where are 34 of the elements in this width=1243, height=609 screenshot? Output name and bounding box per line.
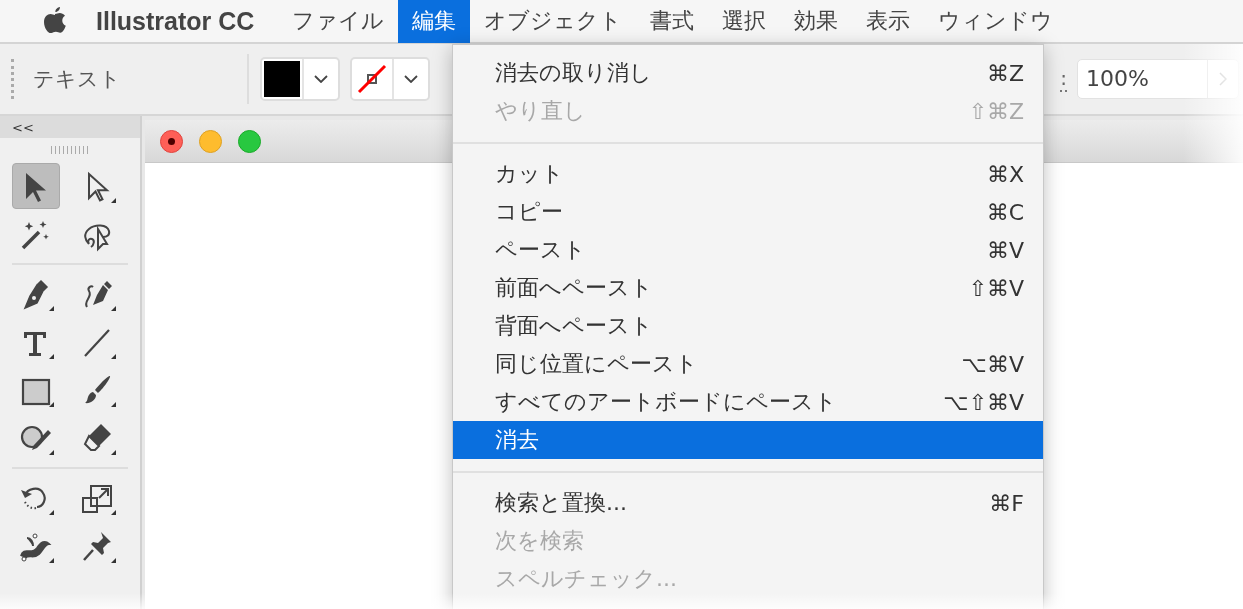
fill-color-control[interactable] (260, 57, 340, 101)
fill-swatch[interactable] (264, 61, 300, 97)
menu-item[interactable]: オブジェクト (470, 0, 637, 43)
collapse-button[interactable]: << (12, 119, 34, 135)
tool-button[interactable] (12, 163, 60, 209)
menu-item[interactable]: 書式 (636, 0, 709, 43)
colon-label: : (1060, 66, 1067, 92)
app-name[interactable]: Illustrator CC (96, 6, 255, 36)
menu-item[interactable]: 選択 (708, 0, 781, 43)
no-stroke-icon (356, 63, 388, 95)
menu-item[interactable]: 表示 (852, 0, 925, 43)
menu-item[interactable]: ファイル (278, 0, 399, 43)
menu-item[interactable]: 背面へペースト (453, 307, 1043, 345)
menu-item[interactable]: コピー ⌘C (453, 193, 1043, 231)
drag-handle[interactable] (11, 59, 17, 99)
menu-item[interactable]: 効果 (780, 0, 853, 43)
stroke-color-control[interactable] (350, 57, 430, 101)
menu-item[interactable]: すべてのアートボードにペースト ⌥⇧⌘V (453, 383, 1043, 421)
menu-item[interactable]: 同じ位置にペースト ⌥⌘V (453, 345, 1043, 383)
menu-item[interactable]: 消去の取り消し ⌘Z (453, 54, 1043, 92)
menu-item[interactable]: 前面へペースト ⇧⌘V (453, 269, 1043, 307)
menu-item[interactable]: 編集 (398, 0, 471, 43)
chevron-right-icon (1219, 72, 1227, 86)
selection-label: テキスト (33, 66, 122, 93)
menu-item[interactable]: カット ⌘X (453, 155, 1043, 193)
apple-logo-icon (42, 6, 68, 36)
menu-item[interactable]: ウィンドウ (924, 0, 1068, 43)
menu-item[interactable]: ペースト ⌘V (453, 231, 1043, 269)
menu-item[interactable]: 検索と置換... ⌘F (453, 484, 1043, 522)
chevron-down-icon (404, 75, 418, 83)
menu-item[interactable]: 消去 (453, 421, 1043, 459)
chevron-down-icon (314, 75, 328, 83)
zoom-field[interactable]: 100% (1077, 59, 1239, 99)
close-button[interactable] (160, 129, 183, 153)
